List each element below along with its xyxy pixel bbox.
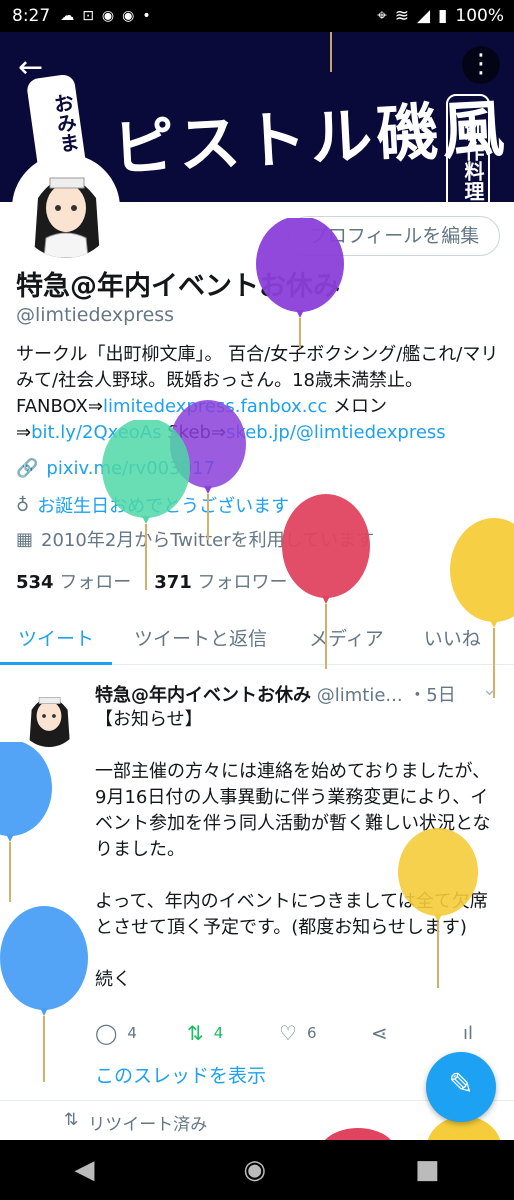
notification-icon: ◉ [101, 8, 115, 24]
tweet-author: 特急@年内イベントお休み [95, 685, 311, 706]
profile-avatar[interactable] [12, 154, 120, 262]
heart-icon: ♡ [279, 1021, 297, 1045]
tweet-handle: @limtie... [316, 685, 403, 706]
fanbox-link[interactable]: limitedexpress.fanbox.cc [103, 396, 327, 417]
avatar-image [18, 685, 80, 747]
profile-name: 特急@年内イベントお休み [16, 271, 340, 302]
balloon-icon: ♁ [16, 494, 30, 516]
system-nav-bar: ◀ ◉ ■ [0, 1140, 514, 1200]
tweet-avatar[interactable] [18, 685, 80, 747]
voicemail-icon: ⊡ [82, 8, 94, 24]
banner-rope [330, 32, 332, 72]
reply-button[interactable]: ◯ 4 [95, 1021, 187, 1045]
link-icon: 🔗 [16, 458, 39, 479]
battery-percent: 100% [455, 6, 504, 26]
like-button[interactable]: ♡ 6 [279, 1021, 371, 1045]
skeb-link[interactable]: skeb.jp/@limtiedexpress [226, 422, 446, 443]
edit-profile-button[interactable]: プロフィールを編集 [288, 216, 500, 256]
compose-icon: ✎ [448, 1067, 474, 1102]
share-button[interactable]: ⋖ [371, 1021, 463, 1045]
banner-right-tag: 創作料理 [446, 94, 490, 202]
website-row: 🔗 pixiv.me/rv003917 [16, 458, 215, 479]
analytics-icon: ıl [463, 1022, 474, 1044]
back-arrow-icon[interactable]: ← [18, 50, 54, 86]
calendar-icon: ▦ [16, 528, 34, 550]
following-link[interactable]: 534 フォロー [16, 572, 131, 593]
dot-icon: • [142, 8, 151, 24]
website-link[interactable]: pixiv.me/rv003917 [46, 458, 215, 479]
signal-icon: ◢ [416, 6, 431, 26]
reply-icon: ◯ [95, 1021, 118, 1045]
retweet-icon: ⇅ [187, 1021, 204, 1045]
compose-tweet-button[interactable]: ✎ [426, 1052, 496, 1122]
joined-row: ▦ 2010年2月からTwitterを利用しています [16, 526, 374, 552]
wifi-icon: ≋ [394, 6, 409, 26]
battery-icon: ▮ [438, 6, 448, 26]
share-icon: ⋖ [371, 1021, 388, 1045]
profile-bio: サークル「出町柳文庫」。 百合/女子ボクシング/艦これ/マリみて/社会人野球。既… [16, 344, 499, 443]
cloud-icon: ☁ [60, 8, 75, 24]
birthday-text: お誕生日おめでとうございます [37, 496, 290, 517]
tweet-body: 【お知らせ】 一部主催の方々には連絡を始めておりましたが、9月16日付の人事異動… [95, 709, 491, 990]
more-options-icon[interactable]: ⋮ [462, 46, 500, 84]
recents-nav-icon[interactable]: ■ [415, 1155, 440, 1185]
tweet-time: ・5日 [408, 685, 456, 706]
tab-tweets-replies[interactable]: ツイートと返信 [134, 612, 267, 664]
status-time: 8:27 [12, 6, 51, 26]
birthday-row: ♁ お誕生日おめでとうございます [16, 492, 289, 518]
location-icon: ⌖ [377, 6, 387, 26]
tweet-item[interactable]: 特急@年内イベントお休み @limtie... ・5日 ⌄ 【お知らせ】 一部主… [0, 665, 514, 1101]
back-nav-icon[interactable]: ◀ [74, 1155, 94, 1185]
tweet-header: 特急@年内イベントお休み @limtie... ・5日 [95, 681, 495, 707]
tab-media[interactable]: メディア [309, 612, 384, 664]
melon-link[interactable]: bit.ly/2QxeoAs [31, 422, 161, 443]
profile-tabs: ツイート ツイートと返信 メディア いいね [0, 612, 514, 665]
home-nav-icon[interactable]: ◉ [243, 1155, 266, 1185]
retweet-button[interactable]: ⇅ 4 [187, 1021, 279, 1045]
show-thread-link[interactable]: このスレッドを表示 [95, 1061, 266, 1088]
follow-stats: 534 フォロー 371 フォロワー [16, 568, 288, 594]
status-bar: 8:27 ☁ ⊡ ◉ ◉ • ⌖ ≋ ◢ ▮ 100% [0, 0, 514, 32]
retweeted-indicator: ⇅ リツイート済み [64, 1110, 208, 1135]
notification-icon: ◉ [122, 8, 135, 24]
tab-tweets[interactable]: ツイート [0, 612, 113, 665]
profile-handle: @limtiedexpress [16, 304, 175, 326]
balloon-red-2 [325, 1128, 391, 1140]
followers-link[interactable]: 371 フォロワー [154, 572, 287, 593]
joined-text: 2010年2月からTwitterを利用しています [41, 530, 375, 551]
tab-likes[interactable]: いいね [424, 612, 481, 664]
chevron-down-icon[interactable]: ⌄ [482, 679, 497, 700]
tweet-actions: ◯ 4 ⇅ 4 ♡ 6 ⋖ ıl [95, 1021, 495, 1045]
retweet-icon: ⇅ [64, 1110, 79, 1130]
analytics-button[interactable]: ıl [463, 1021, 473, 1045]
avatar-image [16, 158, 116, 258]
